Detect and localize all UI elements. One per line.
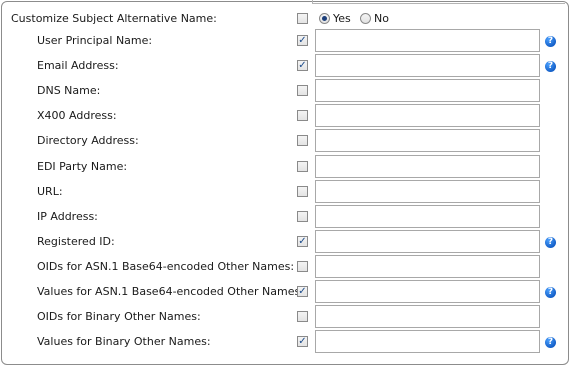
field-row-ip-address: IP Address: (0, 204, 573, 229)
field-label: X400 Address: (37, 109, 117, 123)
divider (312, 0, 565, 4)
field-row-user-principal-name: User Principal Name: ✓? (0, 29, 573, 53)
field-checkbox[interactable]: ✓ (297, 286, 308, 297)
field-row-oids-for-asn-1-base64-encoded-other-names: OIDs for ASN.1 Base64-encoded Other Name… (0, 254, 573, 279)
field-row-values-for-asn-1-base64-encoded-other-names: Values for ASN.1 Base64-encoded Other Na… (0, 280, 573, 304)
field-label: DNS Name: (37, 84, 101, 98)
field-label: Values for Binary Other Names: (37, 335, 211, 349)
field-input[interactable] (315, 104, 540, 128)
field-label: IP Address: (37, 209, 98, 223)
radio-yes-label: Yes (333, 12, 351, 25)
field-label: Values for ASN.1 Base64-encoded Other Na… (37, 285, 304, 298)
radio-no[interactable] (360, 13, 371, 24)
help-icon[interactable]: ? (545, 236, 556, 248)
field-row-directory-address: Directory Address: (0, 129, 573, 153)
field-row-url: URL: (0, 179, 573, 204)
field-input[interactable] (315, 54, 540, 78)
field-label: User Principal Name: (37, 34, 153, 47)
field-row-email-address: Email Address: ✓? (0, 54, 573, 78)
field-checkbox[interactable]: ✓ (297, 336, 308, 348)
field-row-dns-name: DNS Name: (0, 79, 573, 103)
field-input[interactable] (315, 179, 540, 203)
radio-yes[interactable] (319, 13, 330, 24)
field-checkbox[interactable]: ✓ (297, 60, 308, 72)
field-input[interactable] (315, 330, 540, 354)
field-label: Directory Address: (37, 134, 139, 148)
field-checkbox[interactable]: ✓ (297, 235, 308, 247)
field-input[interactable] (315, 204, 540, 228)
field-row-values-for-binary-other-names: Values for Binary Other Names: ✓? (0, 330, 573, 354)
radio-no-label: No (374, 12, 389, 25)
help-icon[interactable]: ? (545, 61, 556, 73)
field-input[interactable] (315, 29, 540, 52)
field-row-x400-address: X400 Address: (0, 104, 573, 128)
field-input[interactable] (315, 254, 540, 278)
field-label: EDI Party Name: (37, 159, 128, 173)
help-icon[interactable]: ? (545, 337, 556, 349)
field-checkbox[interactable] (297, 185, 308, 197)
checkmark-icon: ✓ (298, 336, 307, 348)
field-input[interactable] (315, 280, 540, 303)
field-label: OIDs for Binary Other Names: (37, 310, 201, 324)
field-input[interactable] (315, 154, 540, 178)
field-row-edi-party-name: EDI Party Name: (0, 154, 573, 179)
field-label: Registered ID: (37, 234, 115, 248)
customize-san-checkbox[interactable] (297, 13, 308, 24)
field-input[interactable] (315, 305, 540, 329)
field-checkbox[interactable] (297, 160, 308, 172)
checkmark-icon: ✓ (298, 235, 307, 247)
field-checkbox[interactable] (297, 311, 308, 323)
field-label: Email Address: (37, 59, 119, 73)
field-checkbox[interactable] (297, 135, 308, 147)
field-label: URL: (37, 184, 63, 198)
field-input[interactable] (315, 129, 540, 153)
field-checkbox[interactable] (297, 260, 308, 272)
field-row-registered-id: Registered ID: ✓? (0, 229, 573, 254)
field-checkbox[interactable] (297, 85, 308, 97)
customize-san-label: Customize Subject Alternative Name: (11, 12, 217, 25)
help-icon[interactable]: ? (545, 36, 556, 47)
field-input[interactable] (315, 229, 540, 253)
customize-san-row: Customize Subject Alternative Name: Yes … (0, 7, 573, 31)
field-row-oids-for-binary-other-names: OIDs for Binary Other Names: (0, 305, 573, 329)
field-checkbox[interactable] (297, 110, 308, 122)
field-checkbox[interactable]: ✓ (297, 35, 308, 46)
checkmark-icon: ✓ (298, 35, 307, 46)
field-input[interactable] (315, 79, 540, 103)
checkmark-icon: ✓ (298, 60, 307, 72)
help-icon[interactable]: ? (545, 287, 556, 298)
checkmark-icon: ✓ (298, 286, 307, 297)
field-label: OIDs for ASN.1 Base64-encoded Other Name… (37, 259, 295, 273)
field-checkbox[interactable] (297, 210, 308, 222)
